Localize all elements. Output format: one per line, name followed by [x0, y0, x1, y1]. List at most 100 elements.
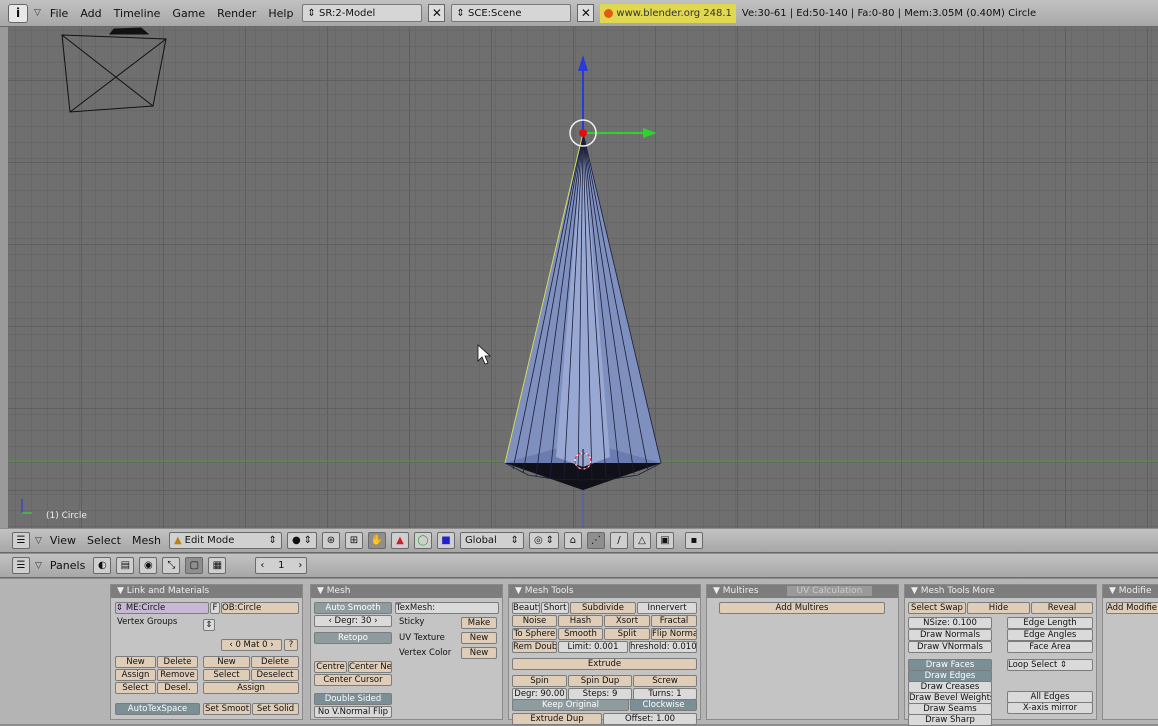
flip-normals-button[interactable]: Flip Norma [651, 628, 697, 640]
menu-help[interactable]: Help [265, 7, 296, 20]
double-sided-toggle[interactable]: Double Sided [314, 693, 392, 705]
add-modifier-button[interactable]: Add Modifie [1106, 602, 1158, 614]
panel-title[interactable]: ▼ Link and Materials [111, 585, 302, 598]
object-name-field[interactable]: OB:Circle [221, 602, 299, 614]
smooth-button[interactable]: Smooth [558, 628, 603, 640]
threshold-field[interactable]: hreshold: 0.010 [629, 641, 697, 653]
menu-mesh[interactable]: Mesh [129, 534, 164, 547]
vgroup-deselect-button[interactable]: Desel. [157, 682, 198, 694]
material-assign-button[interactable]: Assign [203, 682, 299, 694]
vgroup-remove-button[interactable]: Remove [157, 669, 198, 681]
orientation-selector[interactable]: Global ⇕ [459, 532, 524, 549]
render-preview-icon[interactable]: ▪ [684, 532, 703, 549]
vgroup-select-button[interactable]: Select [115, 682, 156, 694]
select-swap-button[interactable]: Select Swap [908, 602, 966, 614]
auto-smooth-toggle[interactable]: Auto Smooth [314, 602, 392, 614]
screen-selector[interactable]: ⇕ SR:2-Model [302, 4, 423, 22]
extrude-button[interactable]: Extrude [512, 658, 697, 670]
center-new-button[interactable]: Center Ne [348, 661, 392, 673]
logic-context-icon[interactable]: ◐ [93, 557, 112, 574]
camera-object[interactable] [61, 27, 167, 113]
rotate-manip-icon[interactable]: ◯ [413, 532, 432, 549]
fractal-button[interactable]: Fractal [651, 615, 697, 627]
transform-manipulator[interactable] [569, 55, 657, 147]
add-multires-button[interactable]: Add Multires [719, 602, 885, 614]
edge-length-toggle[interactable]: Edge Length [1007, 617, 1093, 629]
panel-title[interactable]: ▼ Modifie [1103, 585, 1158, 598]
limit-field[interactable]: Limit: 0.001 [558, 641, 628, 653]
x-axis-mirror-toggle[interactable]: X-axis mirror [1007, 702, 1093, 714]
material-counter[interactable]: ‹ 0 Mat 0 › [221, 639, 282, 651]
material-select-button[interactable]: Select [203, 669, 250, 681]
material-deselect-button[interactable]: Deselect [251, 669, 299, 681]
spin-button[interactable]: Spin [512, 675, 567, 687]
mesh-name-field[interactable]: ⇕ ME:Circle [115, 602, 209, 614]
delete-screen-button[interactable]: ✕ [428, 4, 446, 22]
editing-context-icon[interactable]: ▢ [185, 557, 204, 574]
edge-angles-toggle[interactable]: Edge Angles [1007, 629, 1093, 641]
snap-icon[interactable]: ⌂ [563, 532, 582, 549]
panel-title[interactable]: ▼ Mesh Tools More [905, 585, 1096, 598]
to-sphere-button[interactable]: To Sphere [512, 628, 557, 640]
vgroup-assign-button[interactable]: Assign [115, 669, 156, 681]
vertex-select-icon[interactable]: ⋰ [586, 532, 605, 549]
subdivide-button[interactable]: Subdivide [570, 602, 636, 614]
clockwise-toggle[interactable]: Clockwise [630, 699, 697, 711]
center-cursor-button[interactable]: Center Cursor [314, 674, 392, 686]
manipulator-hand-icon[interactable]: ✋ [367, 532, 386, 549]
screw-button[interactable]: Screw [633, 675, 697, 687]
object-context-icon[interactable]: ⤡ [162, 557, 181, 574]
degr-field[interactable]: ‹ Degr: 30 › [314, 615, 392, 627]
draw-normals-toggle[interactable]: Draw Normals [908, 629, 992, 641]
short-toggle[interactable]: Short [541, 602, 569, 614]
collapse-arrow-icon[interactable]: ▽ [35, 561, 42, 571]
editor-type-icon[interactable]: ☰ [12, 532, 30, 549]
innervert-menu[interactable]: Innervert [637, 602, 697, 614]
face-select-icon[interactable]: △ [632, 532, 651, 549]
loop-select-menu[interactable]: Loop Select ⇕ [1007, 659, 1093, 671]
nsize-field[interactable]: NSize: 0.100 [908, 617, 992, 629]
fake-user-button[interactable]: F [210, 602, 220, 614]
material-new-button[interactable]: New [203, 656, 250, 668]
tab-uv-calculation[interactable]: UV Calculation [786, 586, 873, 596]
shading-context-icon[interactable]: ◉ [139, 557, 158, 574]
xsort-button[interactable]: Xsort [604, 615, 650, 627]
frame-counter[interactable]: ‹ 1 › [255, 557, 308, 574]
split-button[interactable]: Split [604, 628, 650, 640]
draw-sharp-toggle[interactable]: Draw Sharp [908, 714, 992, 726]
menu-select[interactable]: Select [84, 534, 124, 547]
reveal-button[interactable]: Reveal [1031, 602, 1093, 614]
pivot-icon[interactable]: ⊛ [321, 532, 340, 549]
offset-field[interactable]: Offset: 1.00 [603, 713, 697, 725]
material-help-button[interactable]: ? [284, 639, 298, 651]
draw-type-selector[interactable]: ● ⇕ [286, 532, 317, 549]
panel-title[interactable]: ▼ Mesh Tools [509, 585, 700, 598]
collapse-arrow-icon[interactable]: ▽ [34, 8, 41, 18]
extrude-dup-button[interactable]: Extrude Dup [512, 713, 602, 725]
script-context-icon[interactable]: ▤ [116, 557, 135, 574]
menu-view[interactable]: View [47, 534, 79, 547]
mode-selector[interactable]: ▲ Edit Mode ⇕ [168, 532, 282, 549]
no-vnormal-flip-toggle[interactable]: No V.Normal Flip [314, 706, 392, 718]
scale-manip-icon[interactable]: ■ [436, 532, 455, 549]
keep-original-toggle[interactable]: Keep Original [512, 699, 629, 711]
editor-type-icon[interactable]: ☰ [12, 557, 30, 574]
retopo-toggle[interactable]: Retopo [314, 632, 392, 644]
proportional-edit-selector[interactable]: ◎ ⇕ [528, 532, 559, 549]
vertex-color-new-button[interactable]: New [461, 647, 497, 659]
texmesh-field[interactable]: TexMesh: [395, 602, 499, 614]
material-delete-button[interactable]: Delete [251, 656, 299, 668]
3d-viewport[interactable]: (1) Circle [8, 27, 1158, 528]
autotexspace-toggle[interactable]: AutoTexSpace [115, 703, 200, 715]
vertex-group-menu[interactable]: ⇕ [203, 619, 215, 631]
menu-add[interactable]: Add [77, 7, 104, 20]
menu-timeline[interactable]: Timeline [111, 7, 164, 20]
tab-multires[interactable]: Multires [723, 586, 759, 596]
vgroup-delete-button[interactable]: Delete [157, 656, 198, 668]
next-arrow-icon[interactable]: › [298, 560, 302, 571]
menu-game[interactable]: Game [169, 7, 208, 20]
uv-texture-new-button[interactable]: New [461, 632, 497, 644]
set-solid-button[interactable]: Set Solid [252, 703, 299, 715]
collapse-arrow-icon[interactable]: ▽ [35, 536, 42, 546]
scene-context-icon[interactable]: ▦ [208, 557, 227, 574]
